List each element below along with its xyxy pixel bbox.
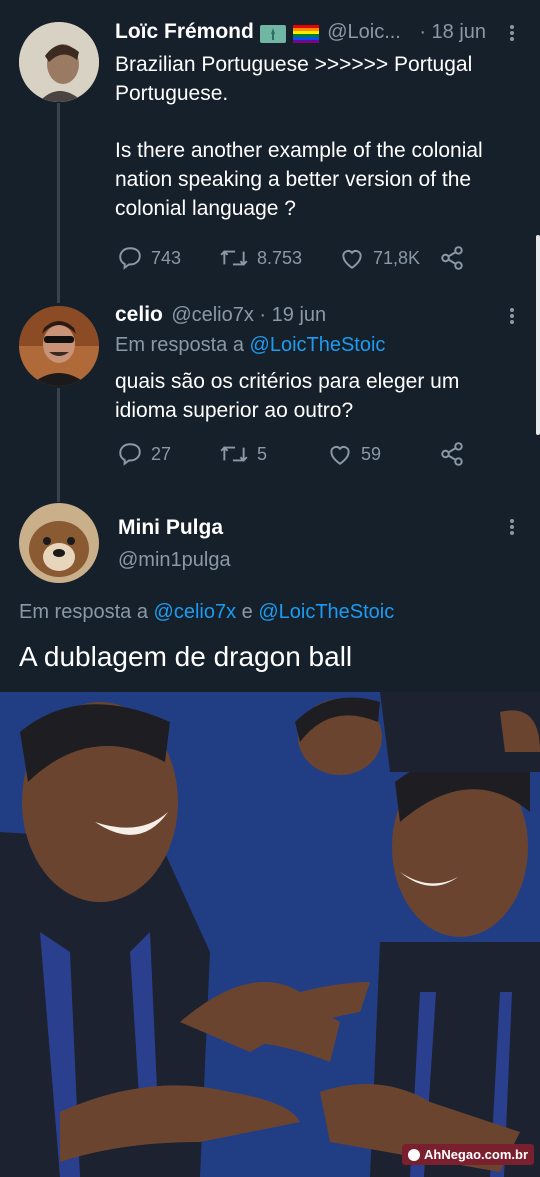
- reply-count: 27: [151, 443, 172, 464]
- more-icon[interactable]: [510, 306, 516, 326]
- avatar[interactable]: [19, 503, 99, 583]
- tweet-header: Loïc Frémond @Loic... · 18 jun: [115, 20, 486, 44]
- reply-context: Em resposta a @LoicTheStoic: [115, 334, 385, 357]
- like-button[interactable]: 59: [327, 441, 439, 467]
- tweet-actions: 27 5 59: [117, 441, 465, 467]
- like-count: 59: [361, 443, 382, 464]
- scrollbar[interactable]: [536, 235, 540, 435]
- avatar[interactable]: [19, 306, 99, 386]
- thread-line: [57, 388, 60, 502]
- reply-icon: [119, 443, 141, 466]
- retweet-count: 5: [257, 443, 268, 464]
- reply-context: Em resposta a @celio7x e @LoicTheStoic: [19, 601, 394, 624]
- reply-to-link[interactable]: @LoicTheStoic: [258, 601, 394, 623]
- retweet-count: 8.753: [257, 247, 303, 268]
- author-handle[interactable]: @min1pulga: [118, 549, 231, 572]
- author-name[interactable]: Mini Pulga: [118, 516, 223, 540]
- ronaldinho-meme-picture: [0, 692, 540, 1177]
- retweet-icon: [220, 446, 248, 462]
- tweet-text: quais são os critérios para eleger um id…: [115, 367, 525, 425]
- tweet-text-line: colonial language ?: [115, 197, 296, 220]
- retweet-button[interactable]: 8.753: [219, 245, 339, 271]
- reply-to-link[interactable]: @celio7x: [154, 601, 237, 623]
- reply-join: e: [241, 601, 253, 623]
- like-icon: [342, 250, 362, 269]
- watermark: AhNegao.com.br: [401, 1144, 534, 1165]
- more-icon[interactable]: [510, 517, 516, 537]
- tweet-text-line: nation speaking a better version of the: [115, 168, 472, 191]
- share-button[interactable]: [439, 245, 465, 271]
- statue-of-liberty-flag-icon: [260, 24, 287, 43]
- reply-prefix: Em resposta a: [19, 601, 148, 623]
- reply-button[interactable]: 743: [117, 245, 219, 271]
- like-count: 71,8K: [373, 247, 421, 268]
- tweet-text-line: idioma superior ao outro?: [115, 399, 354, 422]
- like-icon: [330, 446, 350, 465]
- tweet-text-line: quais são os critérios para eleger um: [115, 370, 460, 393]
- like-button[interactable]: 71,8K: [339, 245, 439, 271]
- reply-to-link[interactable]: @LoicTheStoic: [250, 334, 386, 356]
- author-handle[interactable]: @celio7x · 19 jun: [171, 304, 326, 326]
- reply-button[interactable]: 27: [117, 441, 219, 467]
- tweet-date[interactable]: · 18 jun: [419, 21, 486, 43]
- author-name[interactable]: Loïc Frémond: [115, 20, 254, 43]
- tweet-actions: 743 8.753 71,8K: [117, 245, 465, 271]
- tweet-text-line: Brazilian Portuguese >>>>>> Portugal: [115, 53, 473, 76]
- retweet-button[interactable]: 5: [219, 441, 327, 467]
- reply-count: 743: [151, 247, 182, 268]
- tweet-text: Brazilian Portuguese >>>>>> Portugal Por…: [115, 50, 525, 223]
- avatar[interactable]: [19, 22, 99, 102]
- reply-icon: [119, 247, 141, 270]
- share-button[interactable]: [439, 441, 465, 467]
- tweet-text-line: Is there another example of the colonial: [115, 139, 483, 162]
- author-handle[interactable]: @Loic...: [327, 21, 401, 43]
- reply-prefix: Em resposta a: [115, 334, 244, 356]
- share-icon: [441, 442, 463, 466]
- more-icon[interactable]: [510, 23, 516, 43]
- meme-image[interactable]: AhNegao.com.br: [0, 692, 540, 1177]
- flag-icons: [258, 24, 323, 43]
- share-icon: [441, 246, 463, 270]
- watermark-text: AhNegao.com.br: [423, 1147, 528, 1162]
- tweet-header: celio @celio7x · 19 jun: [115, 303, 326, 327]
- retweet-icon: [220, 250, 248, 266]
- rainbow-flag-icon: [292, 24, 319, 43]
- tweet-text: A dublagem de dragon ball: [19, 641, 353, 672]
- thread-line: [57, 103, 60, 303]
- author-name[interactable]: celio: [115, 303, 163, 326]
- tweet-text-line: Portuguese.: [115, 82, 229, 105]
- watermark-logo-icon: [407, 1148, 420, 1161]
